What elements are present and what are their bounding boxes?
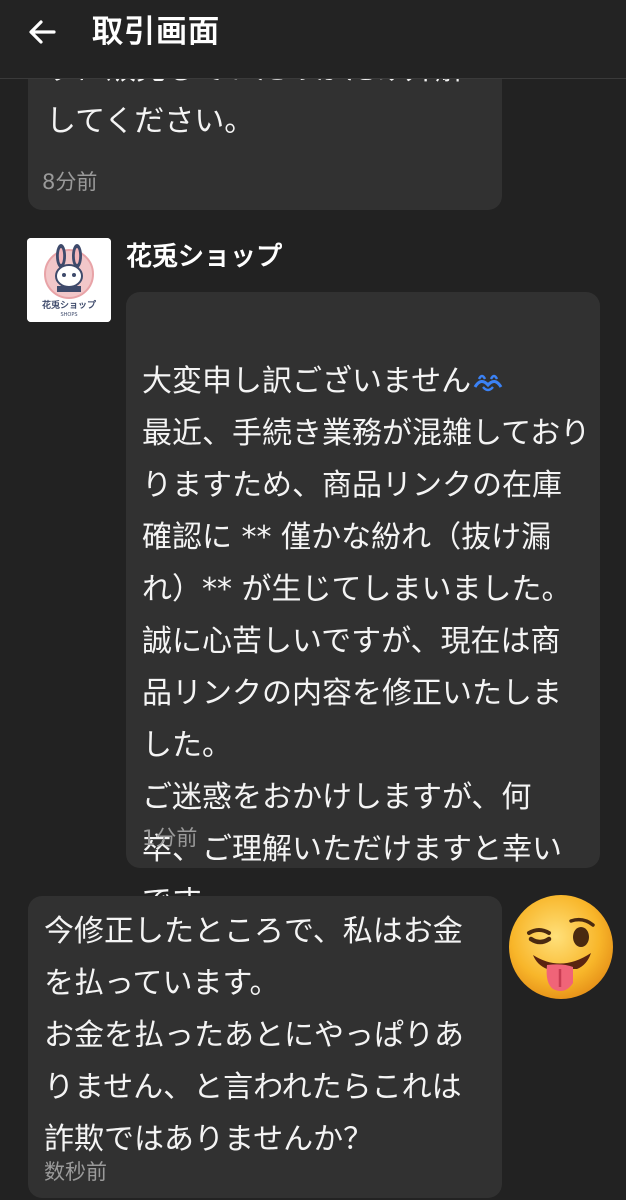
message-body: 最近、手続き業務が混雑しており りますため、商品リンクの在庫 確認に ** 僅か… <box>142 416 591 919</box>
shop-avatar[interactable]: 花兎ショップ SHOPS <box>27 238 111 322</box>
message-bubble-me: 今修正したところで、私はお金 を払っています。 お金を払ったあとにやっぱりあ り… <box>28 896 502 1198</box>
message-time: 8分前 <box>42 170 98 194</box>
avatar-subtext: SHOPS <box>60 312 78 318</box>
back-button[interactable] <box>18 12 66 52</box>
winking-face-icon <box>509 895 613 999</box>
message-bubble-me: すに販売していたのかだけ弁解 してください。 8分前 <box>28 60 502 210</box>
arrow-left-icon <box>29 20 56 44</box>
message-bubble-shop: 大変申し訳ございません 最近、手続き業務が混雑しており りますため、商品リンクの… <box>126 292 600 919</box>
message-first-line: 大変申し訳ございません <box>142 364 472 399</box>
message-time: 1分前 <box>142 826 198 850</box>
weary-tears-emoji <box>473 374 503 392</box>
message-time: 数秒前 <box>44 1160 107 1184</box>
message-text: 今修正したところで、私はお金 を払っています。 お金を払ったあとにやっぱりあ り… <box>44 914 464 1157</box>
message-text: 大変申し訳ございません 最近、手続き業務が混雑しており りますため、商品リンクの… <box>142 304 592 928</box>
message-text: してください。 <box>46 104 255 139</box>
winking-tongue-emoji <box>507 893 615 1001</box>
page-title: 取引画面 <box>92 14 220 50</box>
shop-name: 花兎ショップ <box>126 242 283 272</box>
top-bar: 取引画面 <box>0 0 626 79</box>
